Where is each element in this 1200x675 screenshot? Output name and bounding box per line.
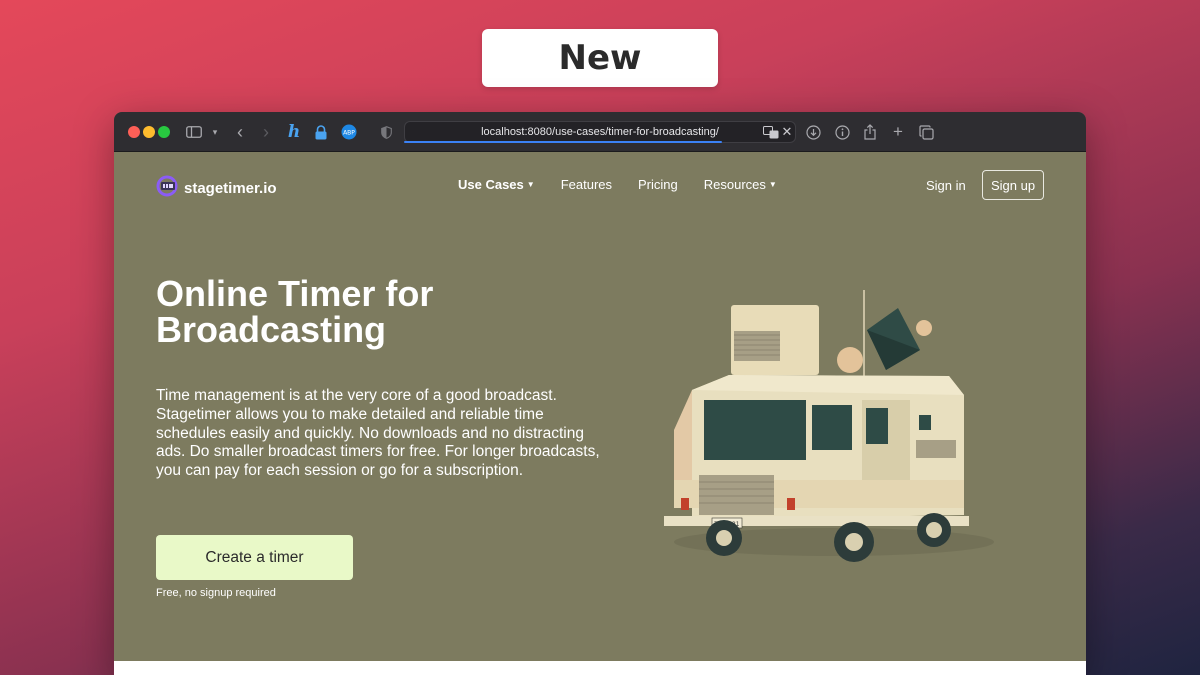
- sign-up-label: Sign up: [990, 177, 1036, 193]
- create-timer-button[interactable]: Create a timer: [156, 535, 353, 580]
- new-badge: New: [482, 29, 718, 87]
- back-icon[interactable]: ‹: [230, 122, 250, 142]
- chevron-down-icon[interactable]: ▾: [205, 122, 225, 142]
- download-icon[interactable]: [803, 122, 823, 142]
- sign-up-button[interactable]: Sign up: [982, 170, 1044, 200]
- info-icon[interactable]: [832, 122, 852, 142]
- tabs-icon[interactable]: [916, 122, 936, 142]
- browser-toolbar: ▾ ‹ › h ABP localhost:8080/use-cases/tim…: [114, 112, 1086, 152]
- web-page: stagetimer.io Use Cases ▼ Features Prici…: [114, 152, 1086, 675]
- plus-icon[interactable]: +: [888, 122, 908, 142]
- close-icon[interactable]: ✕: [777, 122, 797, 142]
- nav-resources[interactable]: Resources ▼: [704, 177, 777, 192]
- chevron-down-icon: ▼: [768, 180, 777, 189]
- lock-icon[interactable]: [311, 122, 331, 142]
- hero-description: Time management is at the very core of a…: [156, 387, 600, 480]
- nav-use-cases[interactable]: Use Cases ▼: [458, 177, 535, 192]
- logo-link[interactable]: stagetimer.io: [156, 175, 277, 202]
- close-window-button[interactable]: [128, 126, 140, 138]
- sign-in-link[interactable]: Sign in: [926, 178, 966, 193]
- nav-pricing-label: Pricing: [638, 177, 678, 192]
- forward-icon[interactable]: ›: [256, 122, 276, 142]
- zoom-window-button[interactable]: [158, 126, 170, 138]
- broadcast-van-illustration: TU2 021: [664, 290, 994, 562]
- logo-text: stagetimer.io: [184, 180, 277, 197]
- url-text: localhost:8080/use-cases/timer-for-broad…: [481, 126, 719, 138]
- adblock-label: ABP: [343, 130, 355, 137]
- nav-features-label: Features: [560, 177, 613, 192]
- address-bar[interactable]: localhost:8080/use-cases/timer-for-broad…: [404, 121, 796, 143]
- page-load-progress: [404, 141, 722, 143]
- browser-window: ▾ ‹ › h ABP localhost:8080/use-cases/tim…: [114, 112, 1086, 675]
- next-section: [114, 661, 1086, 675]
- minimize-window-button[interactable]: [143, 126, 155, 138]
- create-timer-label: Create a timer: [205, 548, 304, 566]
- main-nav: Use Cases ▼ Features Pricing Resources ▼: [458, 177, 777, 192]
- shield-icon[interactable]: [376, 122, 396, 142]
- chevron-down-icon: ▼: [526, 180, 535, 189]
- page-title: Online Timer for Broadcasting: [156, 273, 434, 350]
- share-icon[interactable]: [860, 122, 880, 142]
- nav-features[interactable]: Features: [561, 177, 612, 192]
- adblock-icon[interactable]: ABP: [339, 122, 359, 142]
- honey-icon[interactable]: h: [284, 122, 304, 142]
- sidebar-icon[interactable]: [184, 122, 204, 142]
- nav-pricing[interactable]: Pricing: [638, 177, 678, 192]
- stagetimer-logo-icon: [156, 175, 178, 202]
- nav-resources-label: Resources: [703, 177, 766, 192]
- nav-use-cases-label: Use Cases: [458, 177, 524, 192]
- cta-note: Free, no signup required: [156, 587, 276, 599]
